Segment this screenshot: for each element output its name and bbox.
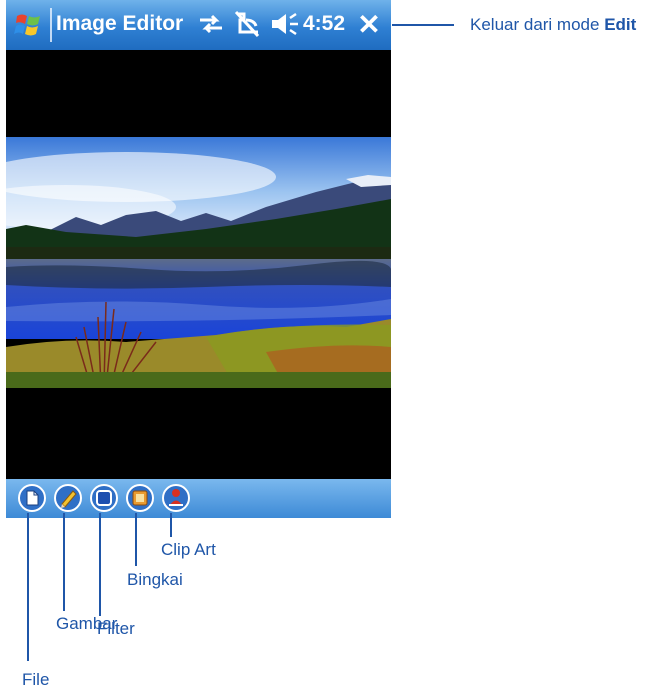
file-icon[interactable] xyxy=(17,483,47,513)
app-title: Image Editor xyxy=(56,12,184,35)
device-screen: Image Editor 4:52 ✕ xyxy=(6,0,391,518)
frame-label: Bingkai xyxy=(127,570,183,589)
clip-art-label: Clip Art xyxy=(161,540,216,559)
phone-off-icon[interactable] xyxy=(232,10,262,38)
title-bar: Image Editor 4:52 ✕ xyxy=(6,0,391,50)
start-menu-icon[interactable] xyxy=(14,10,44,40)
connectivity-icon[interactable] xyxy=(198,12,224,36)
exit-edit-label: Keluar dari mode Edit xyxy=(470,15,637,34)
edited-photo xyxy=(6,137,391,388)
title-separator xyxy=(50,8,52,42)
volume-icon[interactable] xyxy=(270,12,300,36)
clock: 4:52 xyxy=(303,12,346,35)
file-callout-line xyxy=(27,513,29,661)
filter-label: Filter xyxy=(97,619,135,638)
frame-icon[interactable] xyxy=(125,483,155,513)
draw-callout-line xyxy=(63,513,65,611)
file-label: File xyxy=(22,670,50,689)
filter-icon[interactable] xyxy=(89,483,119,513)
exit-edit-callout-line xyxy=(392,24,454,26)
clip-art-icon[interactable] xyxy=(161,483,191,513)
frame-callout-line xyxy=(135,513,137,566)
filter-callout-line xyxy=(99,513,101,616)
close-button[interactable]: ✕ xyxy=(354,10,384,40)
clip-art-callout-line xyxy=(170,513,172,537)
draw-icon[interactable] xyxy=(53,483,83,513)
